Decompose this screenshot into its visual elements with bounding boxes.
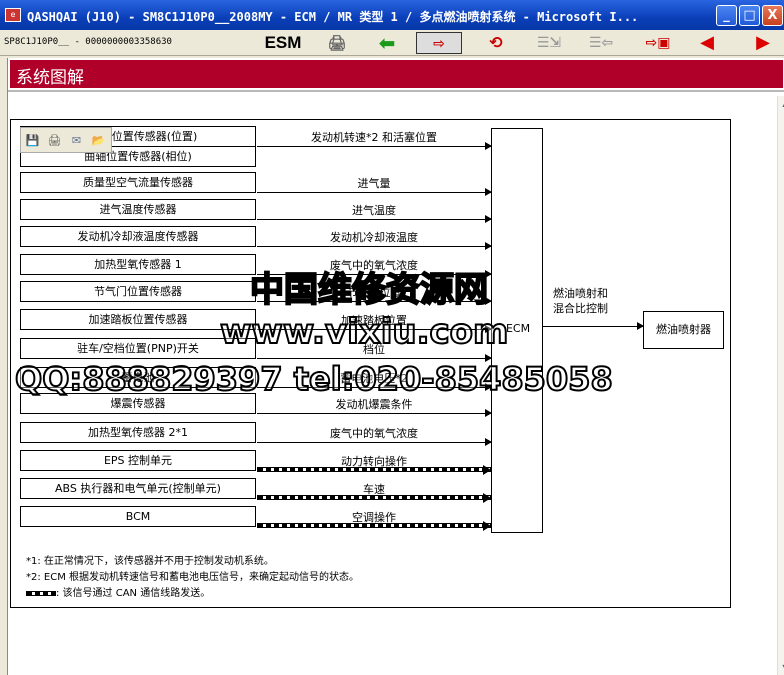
output-arrow [543,322,644,330]
folder-icon[interactable]: 📂 [90,132,107,149]
scroll-up-icon[interactable]: ▲ [778,96,784,111]
maximize-button[interactable]: □ [739,5,760,26]
signal-arrow-12 [257,438,492,446]
note-1: *1: 在正常情况下，该传感器并不用于控制发动机系统。 [26,556,274,567]
email-icon[interactable]: ✉ [68,132,85,149]
toolbar: SP8C1J10P0__ - 0000000003358630 ESM 🖨 ⬅ … [0,30,784,56]
input-box-14: ABS 执行器和电气单元(控制单元) [20,478,256,499]
save-icon[interactable]: 💾 [24,132,41,149]
signal-arrow-11 [257,409,492,417]
scroll-down-icon[interactable]: ▼ [778,660,784,675]
signal-label-11: 发动机爆震条件 [335,398,413,411]
input-box-12: 加热型氧传感器 2*1 [20,422,256,443]
watermark-line-2: www.vixiu.com [219,311,509,353]
note-2: *2: ECM 根据发动机转速信号和蓄电池电压信号，来确定起动信号的状态。 [26,572,360,583]
signal-arrow-4 [257,215,492,223]
input-box-7: 节气门位置传感器 [20,281,256,302]
vertical-scrollbar[interactable]: ▲ ▼ [777,96,784,675]
can-legend-sample [26,590,56,596]
minimize-button[interactable]: _ [716,5,737,26]
input-box-4: 进气温度传感器 [20,199,256,220]
back-arrow-icon[interactable]: ⬅ [370,32,404,54]
note-3-text: : 该信号通过 CAN 通信线路发送。 [56,588,211,599]
output-label-line-2: 混合比控制 [553,302,608,315]
header-band: 系统图解 [8,58,784,92]
input-box-3: 质量型空气流量传感器 [20,172,256,193]
jump-page-icon[interactable]: ⇨▣ [636,32,680,54]
input-box-15: BCM [20,506,256,527]
signal-label-4: 进气温度 [352,204,396,217]
app-icon: e [5,8,21,22]
signal-label-1: 发动机转速*2 和活塞位置 [311,131,437,144]
signal-label-15: 空调操作 [352,511,396,524]
window-title: QASHQAI (J10) - SM8C1J10P0__2008MY - ECM… [27,10,639,24]
signal-arrow-1 [257,142,492,150]
refresh-icon[interactable]: ⟲ [472,32,520,54]
note-3: : 该信号通过 CAN 通信线路发送。 [26,584,210,599]
previous-icon[interactable]: ◀ [692,32,722,54]
input-box-5: 发动机冷却液温度传感器 [20,226,256,247]
signal-label-14: 车速 [363,483,385,496]
signal-label-3: 进气量 [357,177,391,190]
esm-button[interactable]: ESM [258,32,308,54]
document-id: SP8C1J10P0__ - 0000000003358630 [4,37,172,47]
signal-label-12: 废气中的氧气浓度 [330,427,418,440]
input-box-13: EPS 控制单元 [20,450,256,471]
collapse-icon[interactable]: ☰⇲ [532,32,566,54]
signal-arrow-9 [257,354,492,362]
header-bar: 系统图解 [10,60,783,88]
list-back-icon[interactable]: ☰⇦ [584,32,618,54]
page-title: 系统图解 [16,68,84,88]
fuel-injector-box: 燃油喷射器 [643,311,724,349]
signal-arrow-3 [257,188,492,196]
signal-arrow-5 [257,242,492,250]
signal-label-5: 发动机冷却液温度 [330,231,418,244]
signal-label-13: 动力转向操作 [341,455,407,468]
print-icon[interactable]: 🖨 [46,132,63,149]
output-label-line-1: 燃油喷射和 [553,287,608,300]
watermark-line-1: 中国维修资源网 [249,269,489,311]
input-box-6: 加热型氧传感器 1 [20,254,256,275]
forward-page-icon[interactable]: ⇨ [416,32,462,54]
close-button[interactable]: X [762,5,783,26]
window-titlebar[interactable]: e QASHQAI (J10) - SM8C1J10P0__2008MY - E… [0,0,784,30]
watermark-line-3: QQ:888829397 tel:020-85485058 [14,359,614,399]
output-label: 燃油喷射和 混合比控制 [553,286,633,316]
printer-icon[interactable]: 🖨 [322,32,352,54]
next-icon[interactable]: ▶ [748,32,778,54]
mini-toolbar: 💾 🖨 ✉ 📂 [20,127,112,153]
